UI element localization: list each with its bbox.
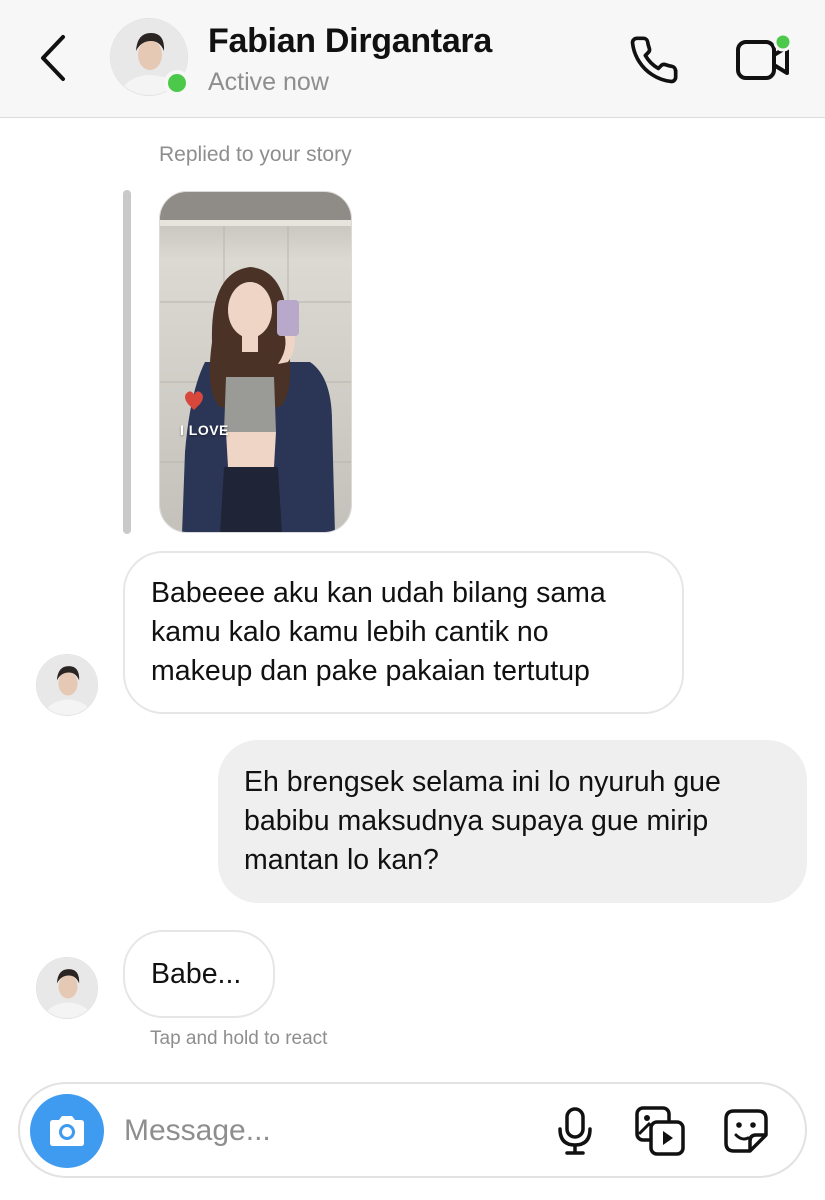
camera-button[interactable] [30, 1094, 104, 1168]
message-input[interactable] [124, 1106, 524, 1156]
contact-photo [37, 655, 97, 715]
message-line: Babeeee aku kan udah bilang sama [151, 577, 606, 609]
video-camera-icon [736, 32, 793, 80]
story-photo [160, 192, 351, 532]
back-button[interactable] [28, 30, 78, 86]
story-reply-caption: Replied to your story [159, 143, 352, 166]
microphone-icon [558, 1107, 592, 1155]
voice-call-button[interactable] [622, 28, 686, 92]
message-text: Eh brengsek selama ini lo nyuruh gue bab… [244, 763, 721, 880]
message-text: Babeeee aku kan udah bilang sama kamu ka… [151, 574, 606, 691]
camera-icon [50, 1116, 84, 1146]
story-sticker-text: I LOVE [180, 422, 229, 438]
active-status: Active now [208, 68, 329, 96]
contact-avatar[interactable] [110, 18, 190, 98]
message-line: babibu maksudnya supaya gue mirip [244, 805, 709, 837]
gallery-button[interactable] [630, 1101, 690, 1161]
online-indicator [164, 70, 190, 96]
message-bubble-received[interactable]: Babe... [123, 930, 275, 1018]
message-bubble-received[interactable]: Babeeee aku kan udah bilang sama kamu ka… [123, 551, 684, 714]
message-line: Eh brengsek selama ini lo nyuruh gue [244, 766, 721, 798]
react-hint: Tap and hold to react [150, 1028, 328, 1049]
message-line: makeup dan pake pakaian tertutup [151, 655, 590, 687]
message-line: mantan lo kan? [244, 844, 439, 876]
sticker-icon [724, 1109, 768, 1153]
sticker-button[interactable] [716, 1101, 776, 1161]
reply-quote-bar [123, 190, 131, 534]
message-line: kamu kalo kamu lebih cantik no [151, 616, 549, 648]
voice-message-button[interactable] [545, 1101, 605, 1161]
sender-avatar[interactable] [36, 957, 98, 1019]
chat-header: Fabian Dirgantara Active now [0, 0, 825, 118]
phone-icon [630, 36, 678, 84]
gallery-icon [635, 1106, 685, 1156]
story-thumbnail[interactable]: I LOVE [159, 191, 352, 533]
contact-name[interactable]: Fabian Dirgantara [208, 22, 492, 61]
contact-photo [37, 958, 97, 1018]
message-bubble-sent[interactable]: Eh brengsek selama ini lo nyuruh gue bab… [218, 740, 807, 903]
video-call-button[interactable] [728, 28, 798, 92]
message-line: Babe... [151, 957, 242, 990]
sender-avatar[interactable] [36, 654, 98, 716]
message-composer [18, 1082, 807, 1178]
chevron-left-icon [41, 35, 65, 81]
